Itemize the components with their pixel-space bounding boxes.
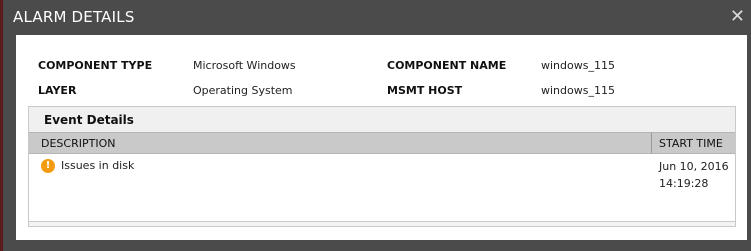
event-details-title: Event Details	[29, 107, 735, 132]
component-type-label: COMPONENT TYPE	[38, 59, 153, 72]
alarm-details-modal: ALARM DETAILS ✕ COMPONENT TYPE Microsoft…	[0, 0, 751, 251]
event-details-panel: Event Details DESCRIPTION START TIME ! I…	[28, 106, 736, 227]
event-table-body: ! Issues in disk Jun 10, 2016 14:19:28	[29, 154, 735, 222]
layer-value: Operating System	[193, 84, 293, 97]
column-header-start-time[interactable]: START TIME	[659, 137, 723, 150]
event-start-time: Jun 10, 2016 14:19:28	[659, 160, 729, 190]
component-info: COMPONENT TYPE Microsoft Windows COMPONE…	[16, 35, 747, 103]
close-icon[interactable]: ✕	[730, 8, 745, 26]
modal-header: ALARM DETAILS ✕	[3, 0, 751, 35]
layer-label: LAYER	[38, 84, 77, 97]
msmt-host-value: windows_115	[541, 84, 615, 97]
component-type-value: Microsoft Windows	[193, 59, 296, 72]
event-description: Issues in disk	[61, 159, 135, 172]
component-name-value: windows_115	[541, 59, 615, 72]
msmt-host-label: MSMT HOST	[387, 84, 463, 97]
modal-body: COMPONENT TYPE Microsoft Windows COMPONE…	[16, 35, 747, 240]
warning-icon: !	[41, 159, 55, 173]
modal-footer	[16, 240, 747, 251]
modal-title: ALARM DETAILS	[13, 8, 135, 26]
event-table-header: DESCRIPTION START TIME	[29, 132, 735, 154]
column-divider	[651, 133, 652, 153]
component-name-label: COMPONENT NAME	[387, 59, 507, 72]
column-header-description[interactable]: DESCRIPTION	[41, 137, 115, 150]
